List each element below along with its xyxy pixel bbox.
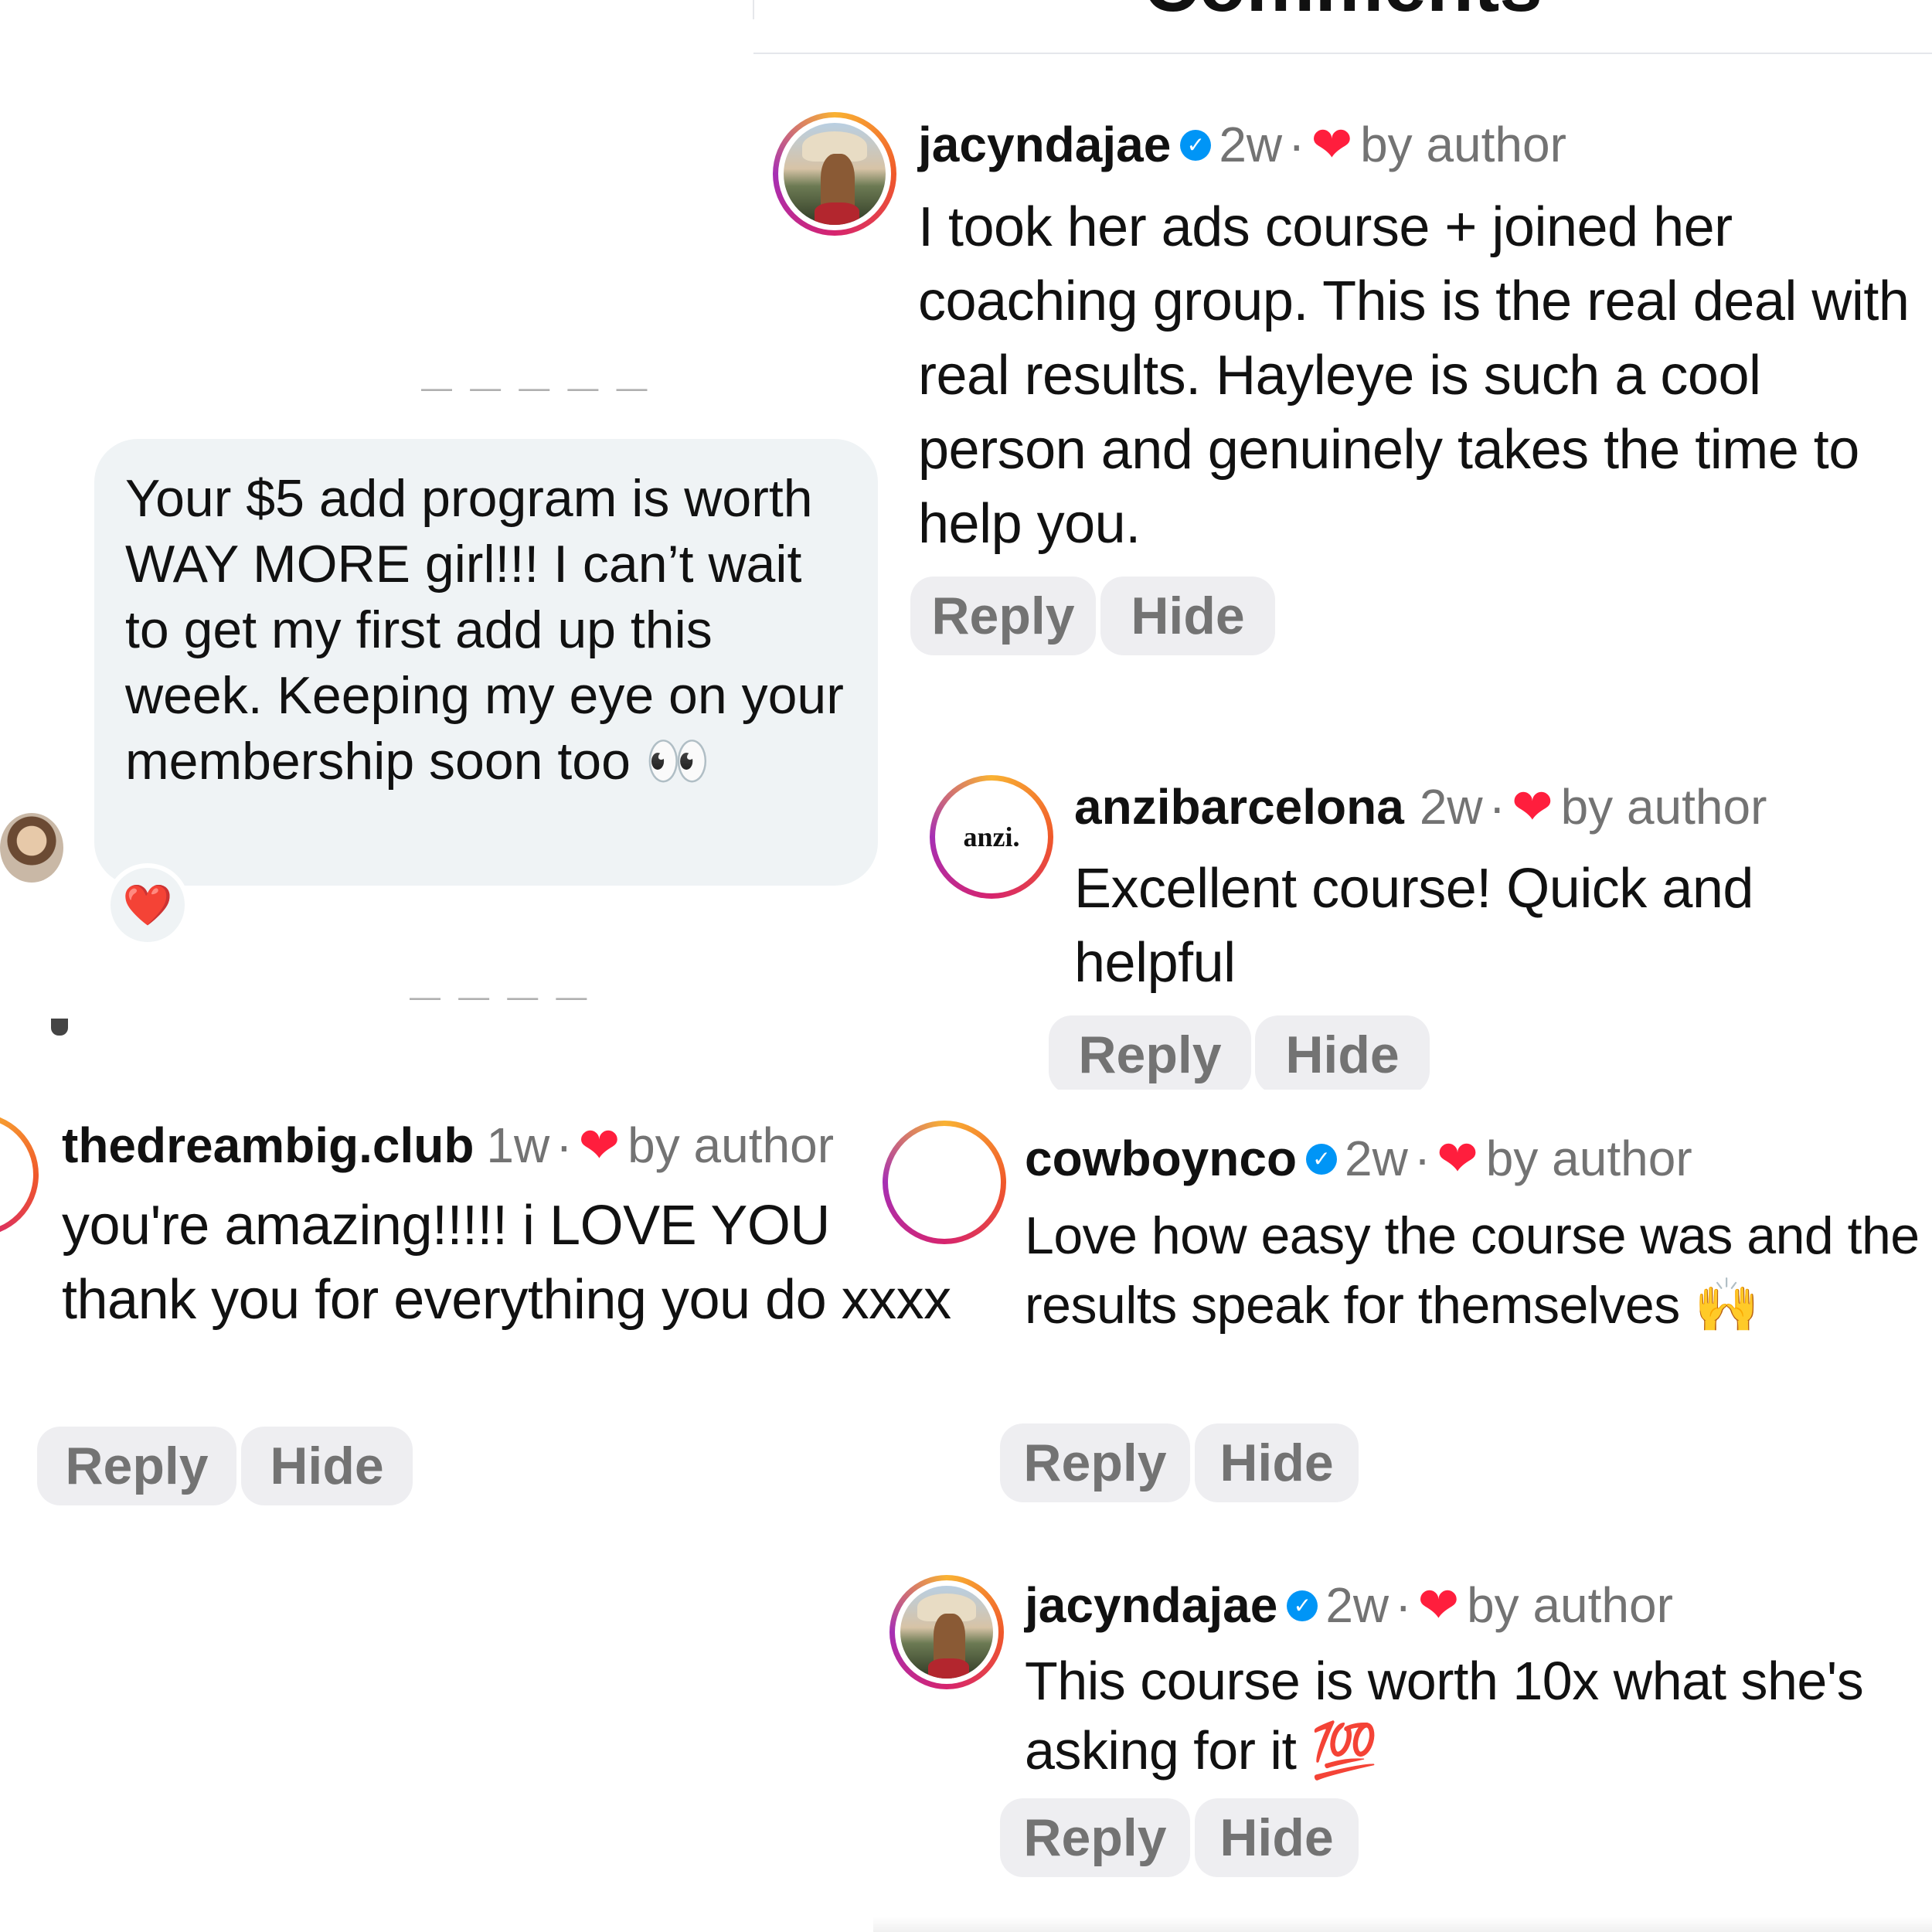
- comment-meta: jacyndajae ✓ 2w · ❤ by author: [918, 117, 1566, 172]
- hide-button[interactable]: Hide: [1195, 1798, 1359, 1877]
- hide-button[interactable]: Hide: [241, 1427, 413, 1505]
- hide-button[interactable]: Hide: [1100, 577, 1275, 655]
- comment-time: 2w: [1419, 779, 1483, 835]
- username-link[interactable]: thedreambig.club: [62, 1117, 474, 1173]
- dm-message-text: Your $5 add program is worth WAY MORE gi…: [125, 469, 844, 791]
- heart-icon: ❤: [578, 1117, 621, 1173]
- heart-icon: ❤: [1311, 117, 1353, 172]
- dm-sender-avatar[interactable]: [0, 813, 63, 883]
- comment-text: Excellent course! Quick and helpful: [1074, 858, 1753, 994]
- header-title: Comments: [753, 0, 1932, 23]
- comment-text: I took her ads course + joined her coach…: [918, 196, 1910, 555]
- comment-time: 2w: [1219, 117, 1283, 172]
- liked-by-author: by author: [628, 1117, 834, 1173]
- dm-panel-edge: [51, 1019, 68, 1036]
- reply-button[interactable]: Reply: [910, 577, 1096, 655]
- comment-text: This course is worth 10x what she's aski…: [1025, 1651, 1864, 1781]
- liked-by-author: by author: [1467, 1577, 1673, 1633]
- verified-badge-icon: ✓: [1180, 130, 1212, 162]
- comment-meta: cowboynco ✓ 2w · ❤ by author: [1025, 1131, 1692, 1186]
- user-avatar[interactable]: [0, 1113, 39, 1236]
- username-link[interactable]: anzibarcelona: [1074, 779, 1404, 835]
- comments-header: Comments: [753, 0, 1932, 54]
- dm-timestamp-top: — — — — —: [421, 371, 652, 405]
- hide-button[interactable]: Hide: [1195, 1423, 1359, 1502]
- liked-by-author: by author: [1360, 117, 1566, 172]
- comment-meta: thedreambig.club 1w · ❤ by author: [62, 1117, 834, 1173]
- reply-button[interactable]: Reply: [1049, 1015, 1251, 1094]
- heart-icon: ❤: [1511, 779, 1553, 835]
- verified-badge-icon: ✓: [1306, 1144, 1338, 1175]
- dm-timestamp-bottom: — — — —: [410, 980, 592, 1014]
- heart-icon: ❤: [1437, 1131, 1478, 1186]
- brand-logo: anzi.: [940, 786, 1043, 888]
- panel-divider: [753, 0, 754, 19]
- reply-button[interactable]: Reply: [37, 1427, 236, 1505]
- comment-meta: jacyndajae ✓ 2w · ❤ by author: [1025, 1577, 1673, 1633]
- bottom-edge-shadow: [873, 1917, 1932, 1932]
- user-avatar[interactable]: [889, 1575, 1004, 1689]
- username-link[interactable]: jacyndajae: [1025, 1577, 1277, 1633]
- heart-reaction-icon[interactable]: ❤️: [106, 863, 189, 947]
- heart-icon: ❤: [1417, 1577, 1460, 1633]
- user-avatar[interactable]: [883, 1121, 1006, 1244]
- reply-button[interactable]: Reply: [1000, 1798, 1190, 1877]
- user-avatar[interactable]: [773, 112, 896, 236]
- comment-text: you're amazing!!!!! i LOVE YOU thank you…: [62, 1195, 951, 1331]
- comment-meta: anzibarcelona 2w · ❤ by author: [1074, 779, 1767, 835]
- hide-button[interactable]: Hide: [1255, 1015, 1430, 1094]
- comment-time: 2w: [1345, 1131, 1408, 1186]
- header-divider: [753, 53, 1932, 54]
- comment-time: 1w: [486, 1117, 550, 1173]
- verified-badge-icon: ✓: [1287, 1590, 1318, 1622]
- liked-by-author: by author: [1560, 779, 1767, 835]
- user-avatar[interactable]: anzi.: [930, 775, 1053, 899]
- liked-by-author: by author: [1485, 1131, 1692, 1186]
- comment-text: Love how easy the course was and the res…: [1025, 1206, 1920, 1335]
- username-link[interactable]: cowboynco: [1025, 1131, 1297, 1186]
- username-link[interactable]: jacyndajae: [918, 117, 1171, 172]
- comment-time: 2w: [1325, 1577, 1389, 1633]
- reply-button[interactable]: Reply: [1000, 1423, 1190, 1502]
